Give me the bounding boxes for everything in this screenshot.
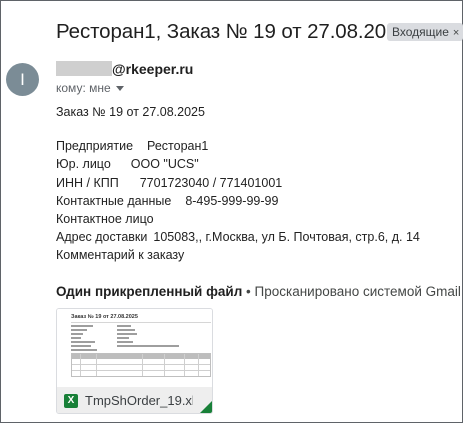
legal-row: Юр. лицо ООО "UCS" [56, 157, 199, 171]
order-line: Заказ № 19 от 27.08.2025 [56, 105, 205, 119]
remove-label-icon[interactable]: × [453, 27, 459, 39]
address-value: 105083,, г.Москва, ул Б. Почтовая, стр.6… [153, 230, 420, 244]
recipient-details-toggle[interactable]: кому: мне [56, 81, 124, 95]
inn-row: ИНН / КПП 7701723040 / 771401001 [56, 176, 282, 190]
legal-value: ООО "UCS" [130, 157, 199, 171]
contacts-label: Контактные данные [56, 194, 172, 208]
sender-domain: @rkeeper.ru [112, 61, 194, 77]
recipient-text: кому: мне [56, 81, 111, 95]
comment-row: Комментарий к заказу [56, 248, 185, 262]
enterprise-value: Ресторан1 [147, 139, 209, 153]
address-label: Адрес доставки [56, 230, 148, 244]
contacts-row: Контактные данные 8-495-999-99-99 [56, 194, 278, 208]
enterprise-label: Предприятие [56, 139, 134, 153]
contact-person-row: Контактное лицо [56, 212, 154, 226]
legal-label: Юр. лицо [56, 157, 111, 171]
sender-avatar[interactable]: I [6, 63, 39, 96]
inbox-label-chip[interactable]: Входящие × [387, 23, 463, 41]
excel-icon: X [64, 394, 78, 408]
sender-name-redacted [56, 61, 112, 76]
attachment-file-bar[interactable]: X TmpShOrder_19.xl... [57, 387, 212, 413]
address-row: Адрес доставки 105083,, г.Москва, ул Б. П… [56, 230, 420, 244]
attachments-title: Один прикрепленный файл [56, 284, 243, 299]
thumbnail-table [71, 353, 211, 377]
enterprise-row: Предприятие Ресторан1 [56, 139, 208, 153]
email-subject: Ресторан1, Заказ № 19 от 27.08.2025 [56, 20, 409, 43]
inn-label: ИНН / КПП [56, 176, 119, 190]
subject-row: Ресторан1, Заказ № 19 от 27.08.2025 Вход… [56, 20, 463, 46]
inbox-label-text: Входящие [392, 25, 449, 39]
attachment-file-name[interactable]: TmpShOrder_19.xl... [85, 393, 193, 408]
attachment-preview-thumbnail[interactable]: Заказ № 19 от 27.08.2025 [57, 309, 212, 387]
attachment-card[interactable]: Заказ № 19 от 27.08.2025 X TmpShOrder_19… [56, 308, 213, 414]
attachments-header: Один прикрепленный файл • Просканировано… [56, 284, 463, 299]
sheet-corner-icon [198, 399, 212, 413]
chevron-down-icon[interactable] [115, 86, 124, 91]
inn-value: 7701723040 / 771401001 [139, 176, 283, 190]
gmail-scan-notice: • Просканировано системой Gmail [242, 284, 461, 299]
sender-address[interactable]: @rkeeper.ru [56, 61, 193, 79]
contacts-value: 8-495-999-99-99 [185, 194, 279, 208]
thumbnail-title: Заказ № 19 от 27.08.2025 [71, 314, 138, 320]
